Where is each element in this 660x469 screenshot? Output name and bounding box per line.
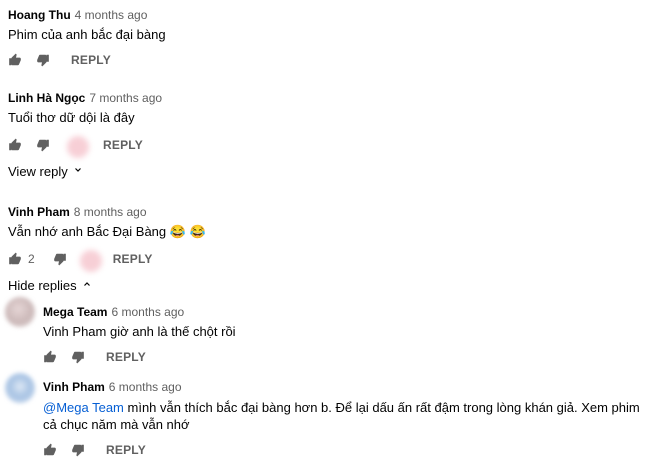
comment-author[interactable]: Vinh Pham	[8, 205, 70, 219]
reply-header: Vinh Pham 6 months ago	[43, 378, 182, 396]
comment-header: Hoang Thu 4 months ago	[8, 6, 147, 24]
thumbs-up-icon[interactable]	[8, 53, 22, 67]
reply-button[interactable]: REPLY	[106, 350, 146, 364]
reply-body: mình vẫn thích bắc đại bàng hơn b. Để lạ…	[43, 400, 640, 432]
thumbs-down-icon[interactable]	[36, 138, 50, 152]
avatar[interactable]	[5, 297, 35, 327]
thumbs-down-icon[interactable]	[53, 252, 67, 266]
comment-header: Linh Hà Ngọc 7 months ago	[8, 89, 162, 107]
reply-author[interactable]: Mega Team	[43, 305, 107, 319]
reply-actions: REPLY	[43, 443, 146, 457]
chevron-up-icon	[81, 278, 93, 293]
thumbs-down-icon[interactable]	[71, 443, 85, 457]
chevron-down-icon	[72, 164, 84, 179]
thumbs-down-icon[interactable]	[36, 53, 50, 67]
comment-actions: REPLY	[8, 53, 111, 67]
comment-text: Phim của anh bắc đại bàng	[8, 27, 166, 42]
comment-actions: REPLY	[8, 138, 143, 152]
comment-text: Vẫn nhớ anh Bắc Đại Bàng 😂 😂	[8, 224, 206, 239]
comment-author[interactable]: Linh Hà Ngọc	[8, 91, 85, 105]
thumbs-up-icon[interactable]	[8, 138, 22, 152]
reply-button[interactable]: REPLY	[106, 443, 146, 457]
reply-header: Mega Team 6 months ago	[43, 303, 184, 321]
reply-button[interactable]: REPLY	[113, 252, 153, 266]
mention-link[interactable]: @Mega Team	[43, 400, 124, 415]
comment-author[interactable]: Hoang Thu	[8, 8, 71, 22]
hide-replies-button[interactable]: Hide replies	[8, 278, 93, 293]
thumbs-up-icon[interactable]	[8, 252, 22, 266]
hide-replies-label: Hide replies	[8, 278, 77, 293]
comment-time[interactable]: 4 months ago	[75, 8, 148, 22]
like-count: 2	[28, 252, 35, 266]
avatar[interactable]	[5, 373, 35, 403]
reply-time[interactable]: 6 months ago	[111, 305, 184, 319]
comment-time[interactable]: 7 months ago	[89, 91, 162, 105]
comment-actions: 2 REPLY	[8, 252, 153, 266]
comment-header: Vinh Pham 8 months ago	[8, 203, 147, 221]
reply-button[interactable]: REPLY	[103, 138, 143, 152]
thumbs-up-icon[interactable]	[43, 443, 57, 457]
comment-text: Tuổi thơ dữ dội là đây	[8, 110, 135, 125]
reply-time[interactable]: 6 months ago	[109, 380, 182, 394]
reply-button[interactable]: REPLY	[71, 53, 111, 67]
thumbs-up-icon[interactable]	[43, 350, 57, 364]
reply-text: Vinh Pham giờ anh là thế chột rồi	[43, 324, 236, 339]
reply-actions: REPLY	[43, 350, 146, 364]
reply-text: @Mega Team mình vẫn thích bắc đại bàng h…	[43, 399, 643, 433]
reply-author[interactable]: Vinh Pham	[43, 380, 105, 394]
view-reply-label: View reply	[8, 164, 68, 179]
thumbs-down-icon[interactable]	[71, 350, 85, 364]
view-reply-button[interactable]: View reply	[8, 164, 84, 179]
comment-time[interactable]: 8 months ago	[74, 205, 147, 219]
